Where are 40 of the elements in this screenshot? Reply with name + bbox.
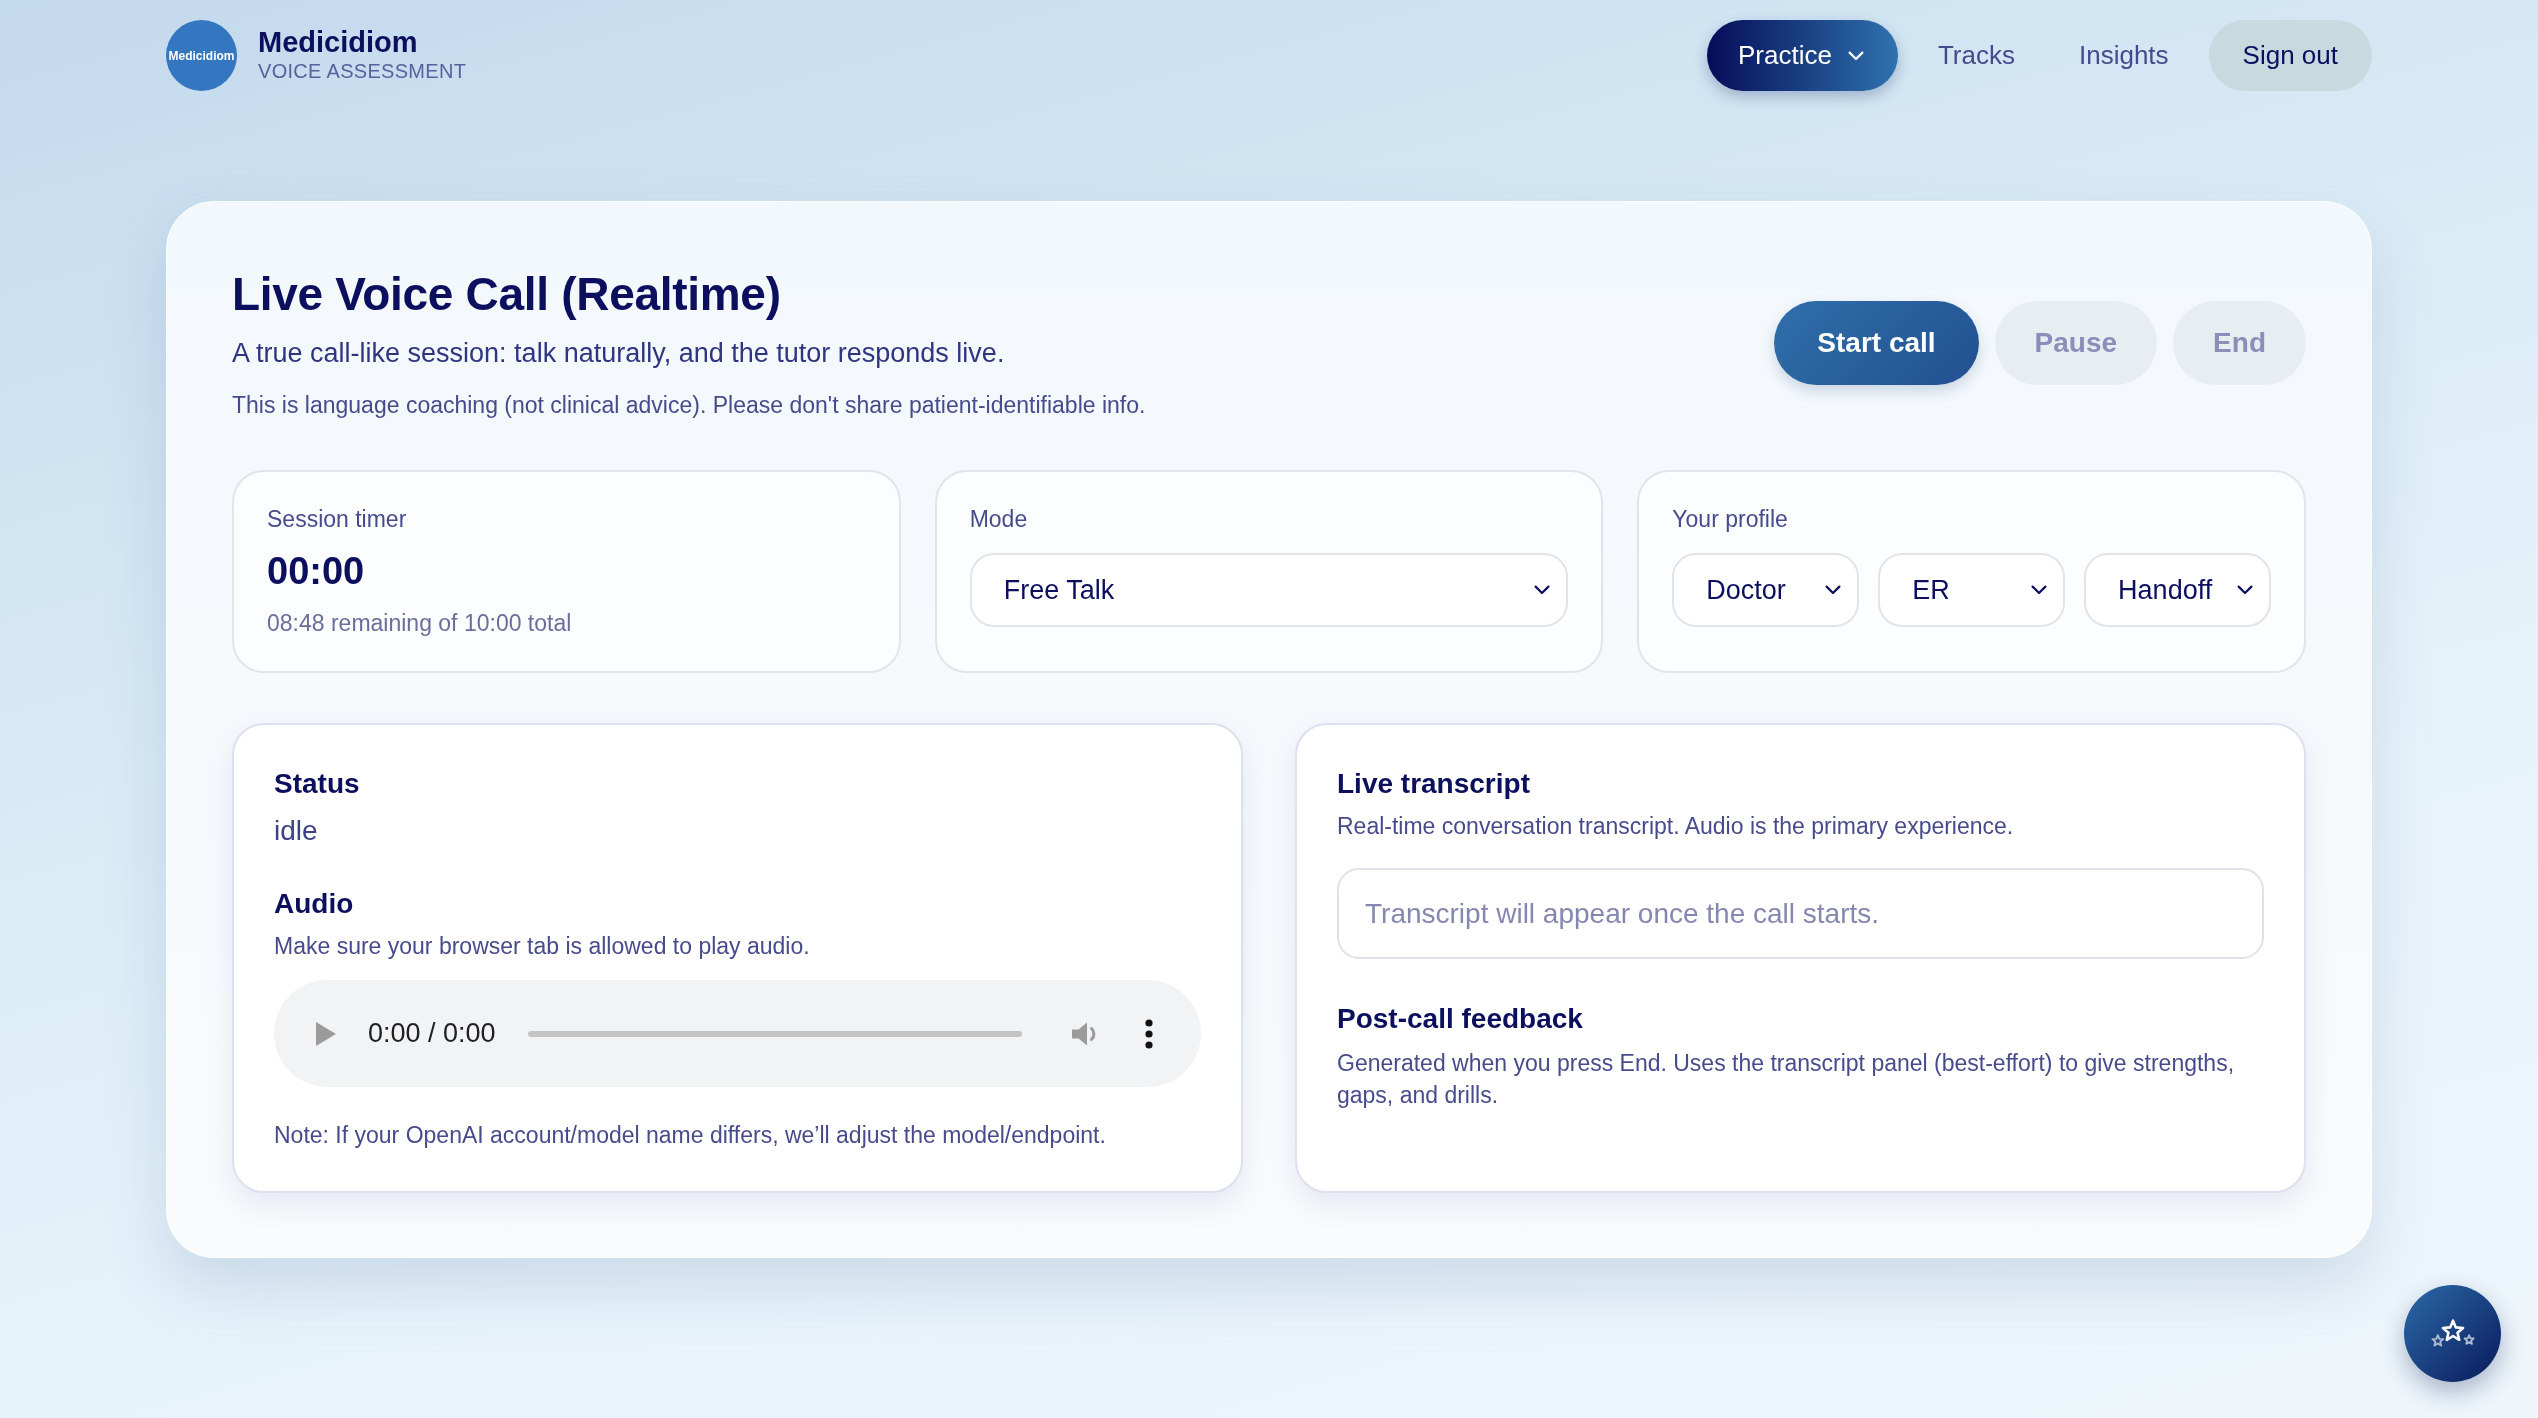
hint-text: Make sure your browser tab is allowed to play audio. — [274, 932, 811, 960]
description-text: Real-time conversation transcript. Audio is the primary experience. — [1337, 812, 2015, 840]
start-call-button[interactable]: Start call — [1774, 301, 1979, 385]
timer-value: 00:00 — [267, 549, 366, 594]
field-label: Session timer — [267, 505, 408, 533]
nav-link[interactable]: Tracks — [1913, 20, 2039, 91]
profile-select[interactable]: Handoff — [2084, 553, 2271, 627]
transcript-field[interactable]: Transcript will appear once the call starts. — [1337, 868, 2264, 959]
profile-select[interactable]: Doctor — [1672, 553, 1860, 627]
chevron-down-icon — [1825, 585, 1842, 595]
page-subtitle: A true call-like session: talk naturally, and the tutor responds live. — [232, 336, 1006, 370]
audio-progress-track[interactable] — [527, 1030, 1022, 1037]
page-title: Live Voice Call (Realtime) — [232, 267, 782, 322]
nav-link[interactable]: Insights — [2055, 20, 2193, 91]
mode-select[interactable]: Free Talk — [969, 553, 1569, 627]
section-heading: Status — [274, 767, 361, 801]
status-value: idle — [274, 814, 319, 848]
section-heading: Live transcript — [1337, 767, 1531, 801]
more-vertical-icon[interactable] — [1145, 1018, 1153, 1049]
disclaimer-text: This is language coaching (not clinical advice). Please don't share patient-identifiable info. — [232, 391, 1146, 420]
field-label: Your profile — [1672, 505, 1789, 533]
section-heading: Post-call feedback — [1337, 1002, 1584, 1036]
brand-logo: Medicidiom — [166, 20, 237, 91]
timer-remaining: 08:48 remaining of 10:00 total — [267, 609, 573, 637]
chevron-down-icon — [2031, 585, 2048, 595]
note-text: Note: If your OpenAI account/model name differs, we’ll adjust the model/endpoint. — [274, 1121, 1107, 1149]
profile-select[interactable]: ER — [1878, 553, 2066, 627]
floating-action-button[interactable] — [2404, 1285, 2501, 1382]
description-text: Generated when you press End. Uses the transcript panel (best-effort) to give strengths, gaps, and drills. — [1337, 1049, 2236, 1110]
field-label: Mode — [969, 505, 1029, 533]
stars-icon — [2429, 1318, 2476, 1349]
chevron-down-icon — [1534, 585, 1551, 595]
chevron-down-icon — [2237, 585, 2253, 595]
audio-time: 0:00 / 0:00 — [368, 1017, 496, 1051]
play-icon[interactable] — [316, 1021, 336, 1046]
brand-name: Medicidiom — [258, 27, 419, 58]
section-heading: Audio — [274, 887, 355, 921]
nav-link[interactable]: Practice — [1707, 20, 1898, 91]
sign-out-button[interactable]: Sign out — [2208, 20, 2372, 91]
brand-tagline: VOICE ASSESSMENT — [258, 58, 467, 84]
